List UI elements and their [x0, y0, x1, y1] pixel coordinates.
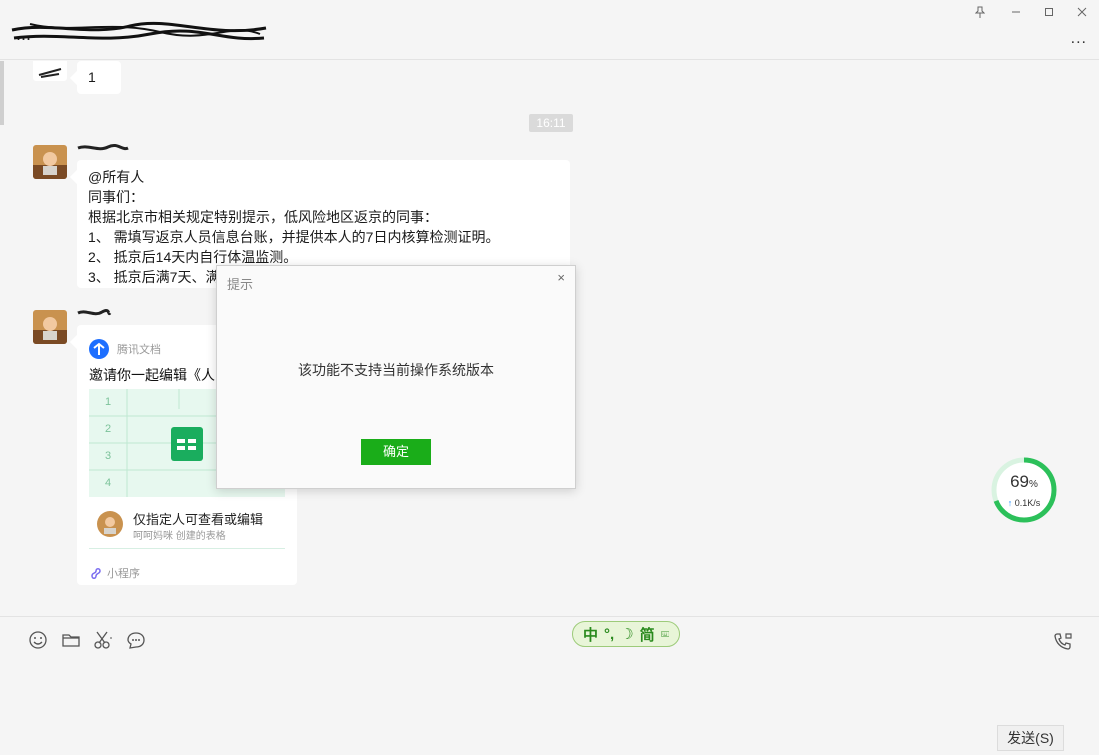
notice-line: 2、 抵京后14天内自行体温监测。 — [88, 249, 298, 265]
card-permission: 仅指定人可查看或编辑 — [133, 512, 264, 527]
alert-dialog: 提示 × 该功能不支持当前操作系统版本 确定 — [216, 265, 576, 489]
screenshot-scissors-icon[interactable] — [93, 630, 113, 650]
row-number: 1 — [105, 396, 112, 408]
folder-icon[interactable] — [61, 630, 81, 650]
notice-line: @所有人 — [88, 169, 145, 185]
row-number: 4 — [105, 477, 112, 489]
moon-icon[interactable]: ☽ — [620, 625, 633, 643]
chat-history-icon[interactable] — [126, 630, 146, 650]
mini-program-label: 小程序 — [89, 565, 140, 581]
ime-punctuation-icon[interactable]: °, — [604, 626, 614, 643]
more-options-button[interactable]: ... — [1071, 30, 1087, 48]
title-bar: ... ... — [0, 0, 1099, 60]
card-title: 邀请你一起编辑《人 — [89, 367, 215, 383]
sender-name-redacted — [77, 308, 112, 316]
close-icon[interactable]: × — [557, 270, 565, 285]
divider — [89, 548, 285, 549]
card-creator: 呵呵妈咪 创建的表格 — [133, 531, 226, 542]
keyboard-icon[interactable] — [660, 628, 669, 640]
dialog-title: 提示 — [227, 277, 254, 292]
ime-toolbar[interactable]: 中 °, ☽ 简 — [572, 621, 680, 647]
card-source: 腾讯文档 — [89, 339, 161, 359]
redaction-scribble — [11, 21, 267, 41]
message-text: 1 — [88, 69, 96, 85]
creator-avatar — [97, 511, 123, 537]
row-number: 3 — [105, 450, 112, 462]
tencent-docs-icon — [89, 339, 109, 359]
send-button[interactable]: 发送(S) — [997, 725, 1064, 751]
input-area[interactable]: 中 °, ☽ 简 发送(S) — [0, 616, 1099, 755]
card-source-label: 腾讯文档 — [117, 344, 161, 356]
emoji-icon[interactable] — [28, 630, 48, 650]
avatar[interactable] — [33, 310, 67, 344]
usage-percent: 69% — [1010, 472, 1038, 491]
mini-program-text: 小程序 — [107, 568, 140, 580]
notice-line: 1、 需填写返京人员信息台账，并提供本人的7日内核算检测证明。 — [88, 229, 500, 245]
ime-language[interactable]: 中 — [583, 624, 598, 645]
timestamp: 16:11 — [529, 114, 573, 132]
upload-arrow-icon: ↑ — [1007, 498, 1013, 508]
notice-line: 根据北京市相关规定特别提示，低风险地区返京的同事： — [88, 209, 438, 225]
message-bubble[interactable]: 1 — [77, 61, 121, 94]
dialog-message: 该功能不支持当前操作系统版本 — [298, 362, 494, 378]
mini-program-icon — [91, 568, 101, 579]
ime-mode[interactable]: 简 — [640, 624, 655, 645]
pin-icon[interactable] — [969, 4, 991, 20]
network-speed-widget[interactable]: 69% ↑ 0.1K/s — [990, 456, 1058, 524]
ok-button[interactable]: 确定 — [361, 439, 431, 465]
row-number: 2 — [105, 423, 112, 435]
scrollbar-thumb[interactable] — [0, 61, 4, 125]
upload-speed: ↑ 0.1K/s — [1007, 498, 1041, 508]
sender-name-redacted — [77, 143, 129, 151]
call-icon[interactable] — [1053, 631, 1073, 651]
avatar[interactable] — [33, 145, 67, 179]
maximize-icon[interactable] — [1038, 4, 1060, 20]
close-icon[interactable] — [1071, 4, 1093, 20]
avatar[interactable] — [33, 61, 67, 81]
notice-line: 同事们： — [88, 189, 144, 205]
minimize-icon[interactable] — [1005, 4, 1027, 20]
